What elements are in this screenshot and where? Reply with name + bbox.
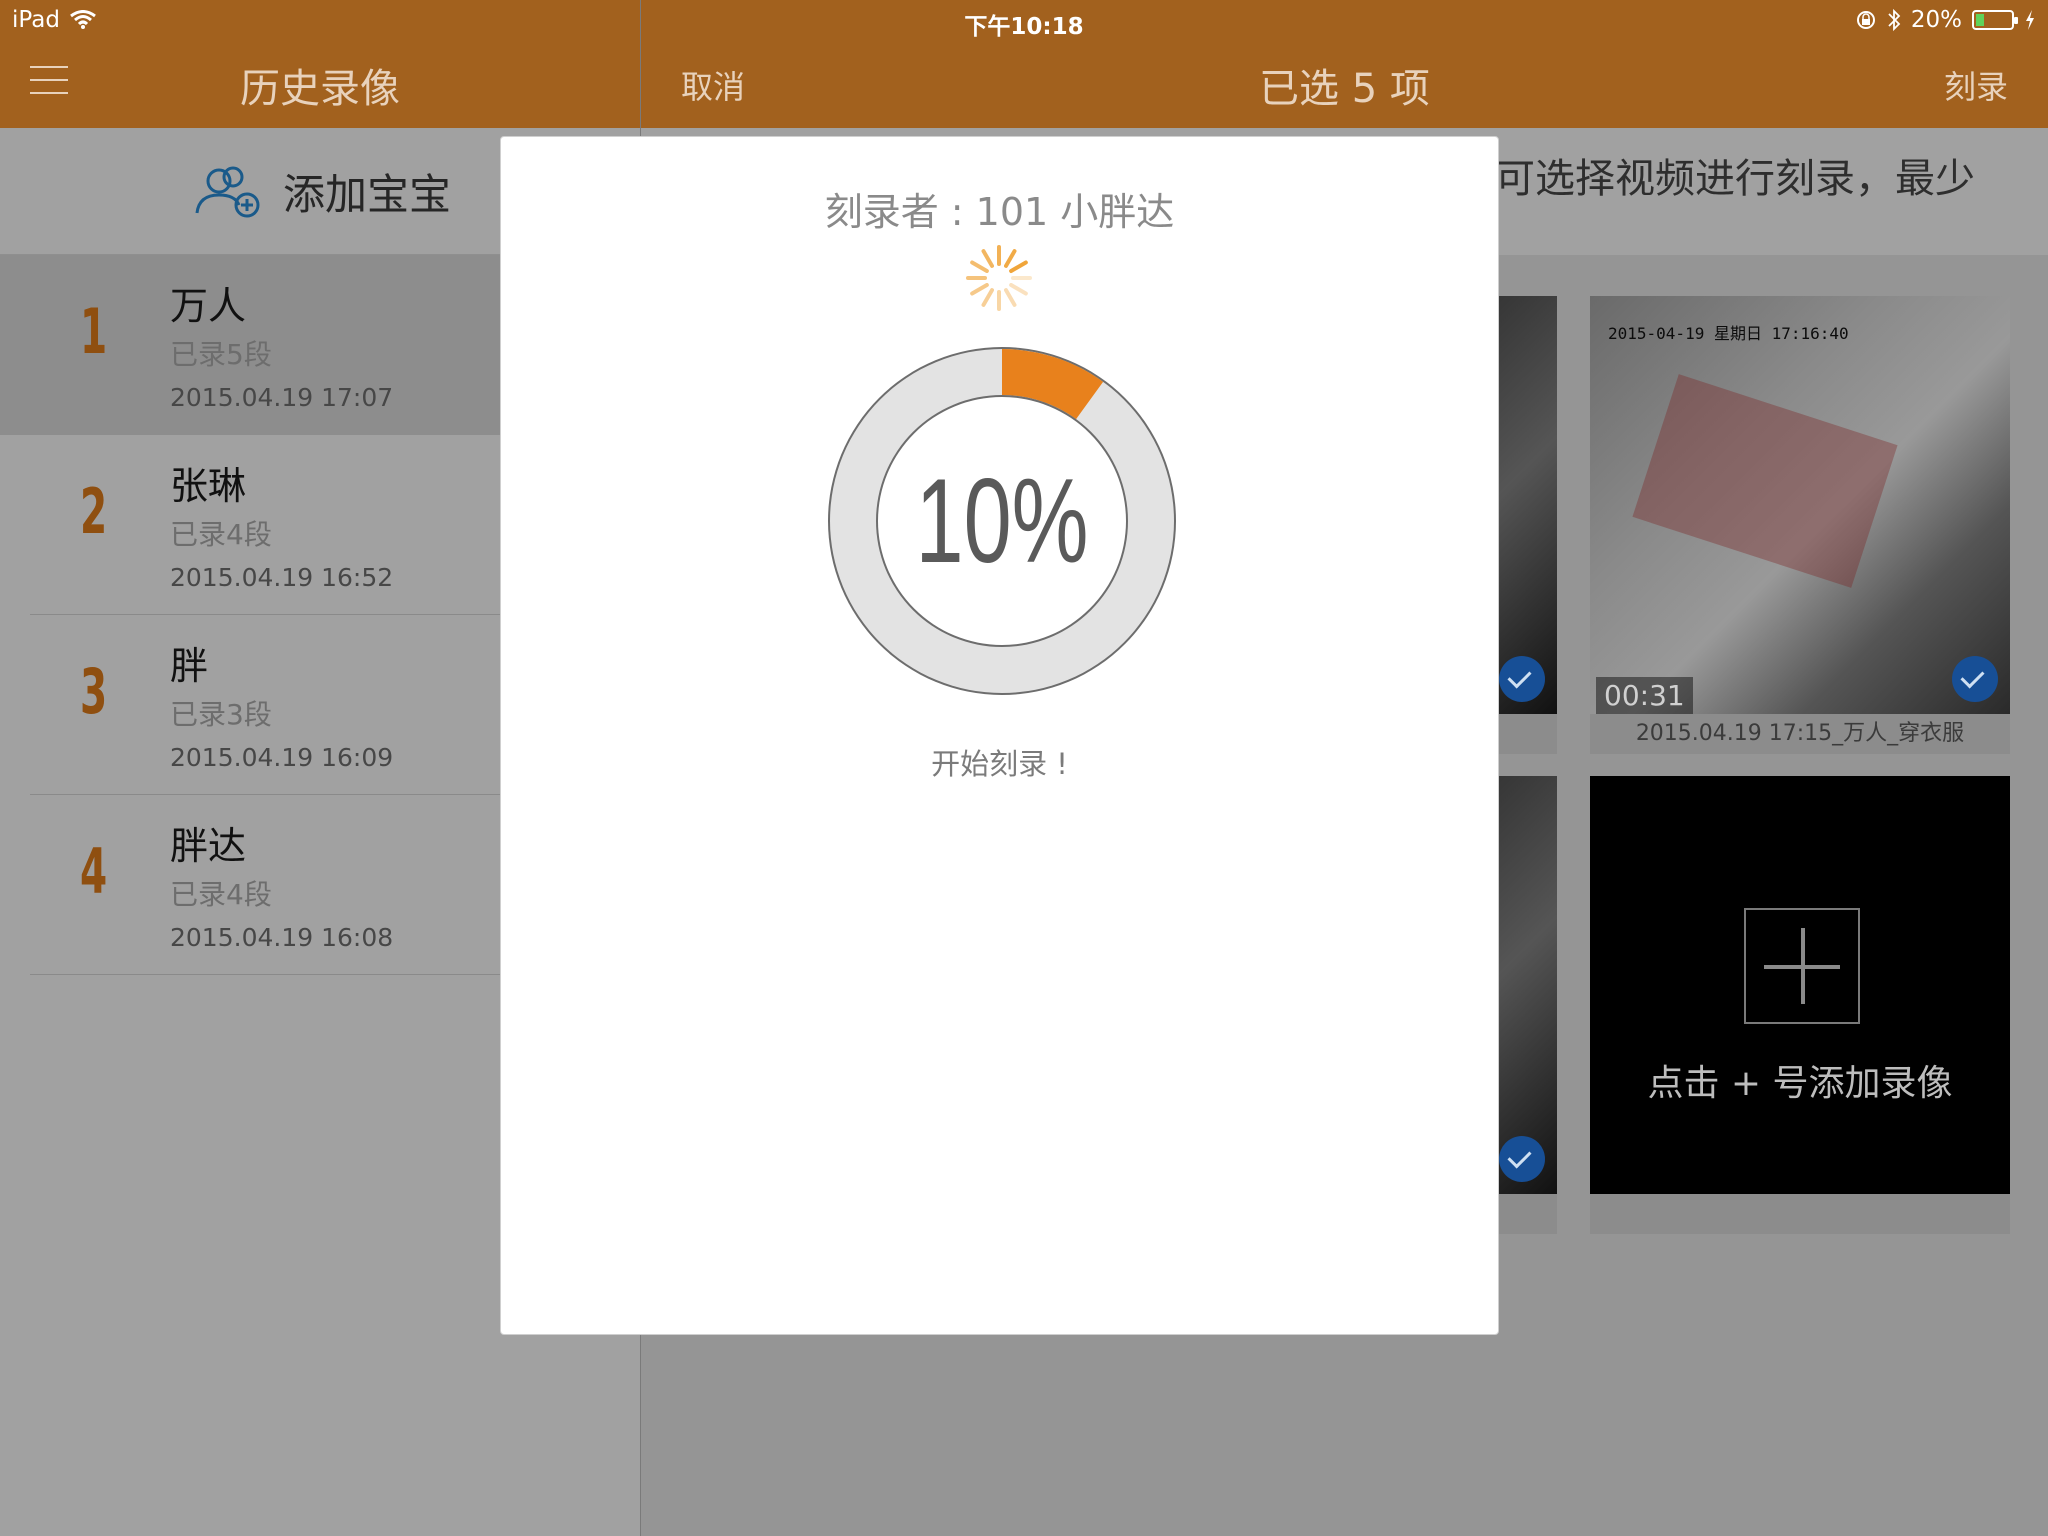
recording-count: 已录4段 (170, 878, 272, 911)
status-time: 下午10:18 (964, 14, 1084, 40)
burn-progress-dialog: 刻录者 : 101 小胖达 10% 开始刻录 ! (500, 136, 1499, 1335)
tile-footer (1590, 1194, 2010, 1234)
recording-date: 2015.04.19 16:52 (170, 563, 394, 592)
recording-count: 已录5段 (170, 338, 272, 371)
checkmark-icon[interactable] (1952, 656, 1998, 702)
baby-name: 胖 (170, 644, 209, 688)
baby-name: 张琳 (170, 464, 247, 508)
charging-icon (2026, 10, 2034, 30)
video-duration: 00:31 (1596, 677, 1693, 714)
spinner-spoke (981, 249, 994, 268)
progress-percent: 10% (915, 454, 1089, 588)
add-person-icon (195, 166, 260, 218)
video-thumbnail[interactable]: 2015-04-19 星期日 17:16:40 00:31 2015.04.19… (1590, 296, 2010, 754)
spinner-spoke (1009, 283, 1028, 296)
status-bar: iPad 下午10:18 20% (0, 0, 2048, 42)
battery-percent: 20% (1910, 7, 1962, 33)
start-burn-text: 开始刻录 ! (931, 747, 1068, 781)
recording-count: 已录3段 (170, 698, 272, 731)
video-timestamp: 2015-04-19 星期日 17:16:40 (1608, 324, 1849, 343)
rotation-lock-icon (1856, 11, 1875, 29)
recording-date: 2015.04.19 16:08 (170, 923, 394, 952)
status-right: 20% (1855, 7, 2036, 33)
spinner-spoke (970, 260, 989, 273)
recording-date: 2015.04.19 17:07 (170, 383, 394, 412)
add-video-label: 点击 + 号添加录像 (1647, 1063, 1953, 1104)
burner-label: 刻录者 : 101 小胖达 (824, 190, 1175, 234)
loading-spinner-icon (966, 245, 1032, 311)
recording-count: 已录4段 (170, 518, 272, 551)
plus-icon[interactable] (1744, 908, 1860, 1024)
baby-number: 4 (80, 835, 108, 908)
spinner-spoke (1004, 288, 1017, 307)
checkmark-icon[interactable] (1499, 1136, 1545, 1182)
checkmark-icon[interactable] (1499, 656, 1545, 702)
recording-date: 2015.04.19 16:09 (170, 743, 394, 772)
spinner-spoke (1009, 260, 1028, 273)
hint-text: 可选择视频进行刻录，最少 (1495, 156, 1975, 202)
add-baby-label: 添加宝宝 (282, 169, 451, 219)
add-video-tile[interactable]: 点击 + 号添加录像 (1590, 776, 2010, 1234)
burn-button[interactable]: 刻录 (1944, 62, 2008, 108)
bluetooth-icon (1888, 8, 1901, 32)
baby-number: 3 (80, 655, 108, 728)
baby-name: 万人 (170, 284, 247, 328)
spinner-spoke (1004, 249, 1017, 268)
baby-number: 2 (80, 475, 108, 548)
battery-icon (1972, 10, 2018, 30)
baby-name: 胖达 (170, 824, 247, 868)
right-navbar: 取消 已选 5 项 刻录 (641, 42, 2048, 128)
spinner-spoke (981, 288, 994, 307)
video-caption: 2015.04.19 17:15_万人_穿衣服 (1590, 714, 2010, 754)
selection-count-title: 已选 5 项 (1259, 66, 1430, 112)
left-navbar: 历史录像 (0, 42, 640, 128)
baby-number: 1 (80, 295, 108, 368)
spinner-spoke (970, 283, 989, 296)
history-title: 历史录像 (240, 66, 400, 112)
